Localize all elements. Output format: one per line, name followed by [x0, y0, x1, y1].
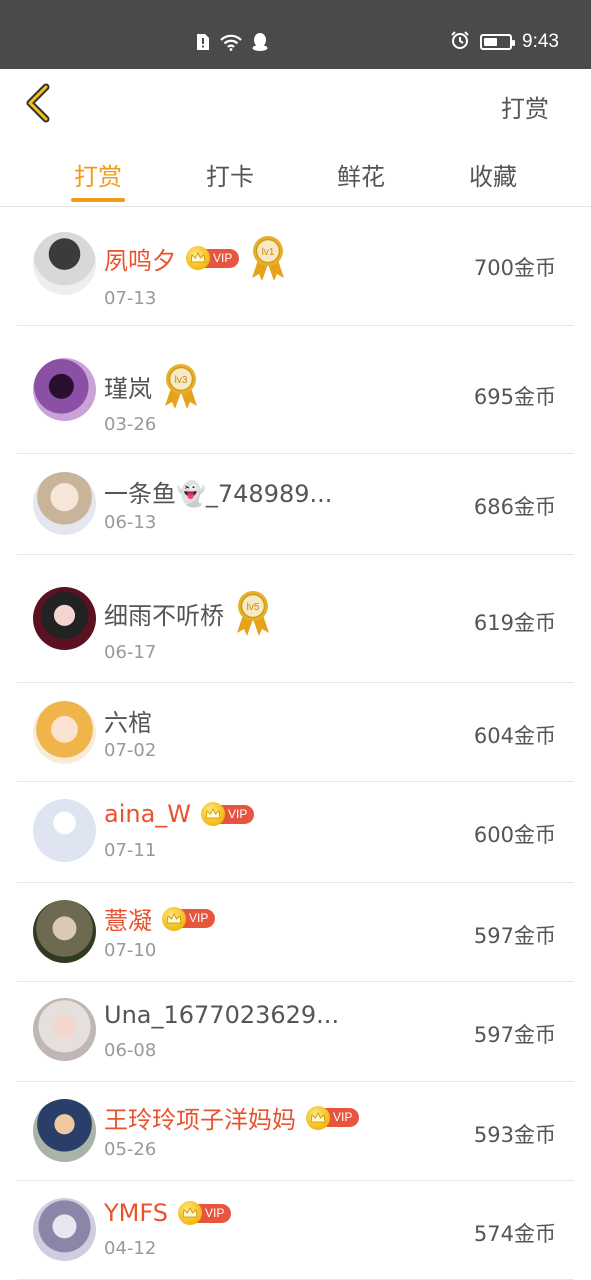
user-name[interactable]: 细雨不听桥 — [104, 596, 224, 631]
top-bar: 打赏 — [0, 69, 591, 139]
status-bar: 9:43 — [0, 0, 591, 69]
alarm-icon — [450, 30, 470, 54]
avatar[interactable] — [33, 587, 96, 650]
vip-badge: VIP — [162, 906, 216, 931]
list-item[interactable]: 夙鸣夕 VIP lv1 07-13 700金币 — [17, 208, 574, 326]
list-item[interactable]: YMFS VIP 04-12 574金币 — [17, 1181, 574, 1280]
tab-bar: 打赏 打卡 鲜花 收藏 — [0, 139, 591, 207]
coin-amount: 700金币 — [473, 256, 556, 280]
status-right-icons: 9:43 — [450, 30, 559, 54]
coin-amount: 604金币 — [473, 724, 556, 748]
vip-badge: VIP — [201, 802, 255, 826]
name-line: aina_W VIP — [104, 800, 255, 828]
tab-favorites[interactable]: 收藏 — [453, 157, 533, 192]
battery-icon — [480, 34, 516, 50]
coin-amount: 597金币 — [473, 1023, 556, 1047]
avatar[interactable] — [33, 358, 96, 421]
list-item[interactable]: Una_1677023629... 06-08 597金币 — [17, 982, 574, 1082]
back-button[interactable] — [22, 83, 56, 123]
name-line: 一条鱼👻_748989... — [104, 474, 332, 509]
crown-icon — [201, 802, 226, 826]
coin-amount: 574金币 — [473, 1222, 556, 1246]
user-name[interactable]: 薏凝 — [104, 901, 152, 936]
back-arrow-icon — [26, 83, 50, 123]
reward-date: 07-13 — [104, 288, 157, 309]
name-line: YMFS VIP — [104, 1199, 232, 1227]
user-name[interactable]: aina_W — [104, 800, 191, 828]
reward-date: 03-26 — [104, 414, 157, 435]
name-line: 细雨不听桥 lv5 — [104, 587, 272, 639]
name-line: Una_1677023629... — [104, 1001, 339, 1029]
reward-date: 06-17 — [104, 642, 157, 663]
list-item[interactable]: 细雨不听桥 lv5 06-17 619金币 — [17, 555, 574, 683]
reward-date: 07-10 — [104, 940, 157, 961]
coin-amount: 695金币 — [473, 385, 556, 409]
reward-date: 06-13 — [104, 512, 157, 533]
vip-badge: VIP — [186, 246, 240, 270]
avatar[interactable] — [33, 799, 96, 862]
user-name[interactable]: 六棺 — [104, 703, 152, 738]
sim-alert-icon — [195, 33, 211, 55]
reward-date: 06-08 — [104, 1040, 157, 1061]
medal-level-text: lv3 — [175, 375, 188, 386]
avatar[interactable] — [33, 1099, 96, 1162]
tab-active-indicator — [71, 198, 125, 202]
name-line: 夙鸣夕 VIP lv1 — [104, 232, 287, 284]
reward-date: 05-26 — [104, 1139, 157, 1160]
vip-badge: VIP — [306, 1105, 360, 1130]
status-left-icons — [195, 32, 269, 56]
crown-icon — [177, 1201, 202, 1225]
reward-date: 04-12 — [104, 1238, 157, 1259]
user-name[interactable]: Una_1677023629... — [104, 1001, 339, 1029]
medal-level-text: lv1 — [262, 247, 275, 258]
list-item[interactable]: 六棺 07-02 604金币 — [17, 683, 574, 782]
reward-list: 夙鸣夕 VIP lv1 07-13 700金币瑾岚 lv3 03-26 695金币一条鱼👻_7… — [0, 208, 591, 1280]
reward-date: 07-11 — [104, 840, 157, 861]
list-item[interactable]: 王玲玲项子洋妈妈 VIP 05-26 593金币 — [17, 1082, 574, 1181]
user-name[interactable]: 一条鱼👻_748989... — [104, 474, 332, 509]
vip-badge: VIP — [177, 1201, 232, 1225]
user-name[interactable]: 夙鸣夕 — [104, 241, 176, 276]
medal-level-text: lv5 — [247, 602, 260, 613]
list-item[interactable]: 瑾岚 lv3 03-26 695金币 — [17, 326, 574, 454]
avatar[interactable] — [33, 472, 96, 535]
tab-flowers[interactable]: 鲜花 — [321, 157, 401, 192]
avatar[interactable] — [33, 232, 96, 295]
level-medal-icon: lv3 — [162, 360, 200, 412]
list-item[interactable]: 薏凝 VIP 07-10 597金币 — [17, 883, 574, 982]
level-medal-icon: lv5 — [234, 587, 272, 639]
list-item[interactable]: 一条鱼👻_748989... 06-13 686金币 — [17, 454, 574, 555]
status-time: 9:43 — [522, 31, 559, 52]
avatar[interactable] — [33, 701, 96, 764]
name-line: 六棺 — [104, 703, 152, 738]
name-line: 薏凝 VIP — [104, 901, 216, 936]
name-line: 瑾岚 lv3 — [104, 360, 200, 412]
crown-icon — [162, 906, 186, 931]
name-line: 王玲玲项子洋妈妈 VIP — [104, 1100, 360, 1135]
crown-icon — [306, 1105, 330, 1130]
coin-amount: 619金币 — [473, 611, 556, 635]
crown-icon — [186, 246, 210, 270]
coin-amount: 686金币 — [473, 495, 556, 519]
qq-icon — [251, 32, 269, 56]
reward-date: 07-02 — [104, 740, 157, 761]
user-name[interactable]: YMFS — [104, 1199, 168, 1227]
tab-reward[interactable]: 打赏 — [58, 157, 138, 192]
avatar[interactable] — [33, 998, 96, 1061]
user-name[interactable]: 王玲玲项子洋妈妈 — [104, 1100, 296, 1135]
avatar[interactable] — [33, 900, 96, 963]
list-item[interactable]: aina_W VIP 07-11 600金币 — [17, 782, 574, 883]
user-name[interactable]: 瑾岚 — [104, 369, 152, 404]
coin-amount: 593金币 — [473, 1123, 556, 1147]
coin-amount: 597金币 — [473, 924, 556, 948]
wifi-icon — [219, 33, 243, 55]
level-medal-icon: lv1 — [249, 232, 287, 284]
reward-action-button[interactable]: 打赏 — [501, 89, 549, 124]
coin-amount: 600金币 — [473, 823, 556, 847]
avatar[interactable] — [33, 1198, 96, 1261]
tab-checkin[interactable]: 打卡 — [190, 157, 270, 192]
